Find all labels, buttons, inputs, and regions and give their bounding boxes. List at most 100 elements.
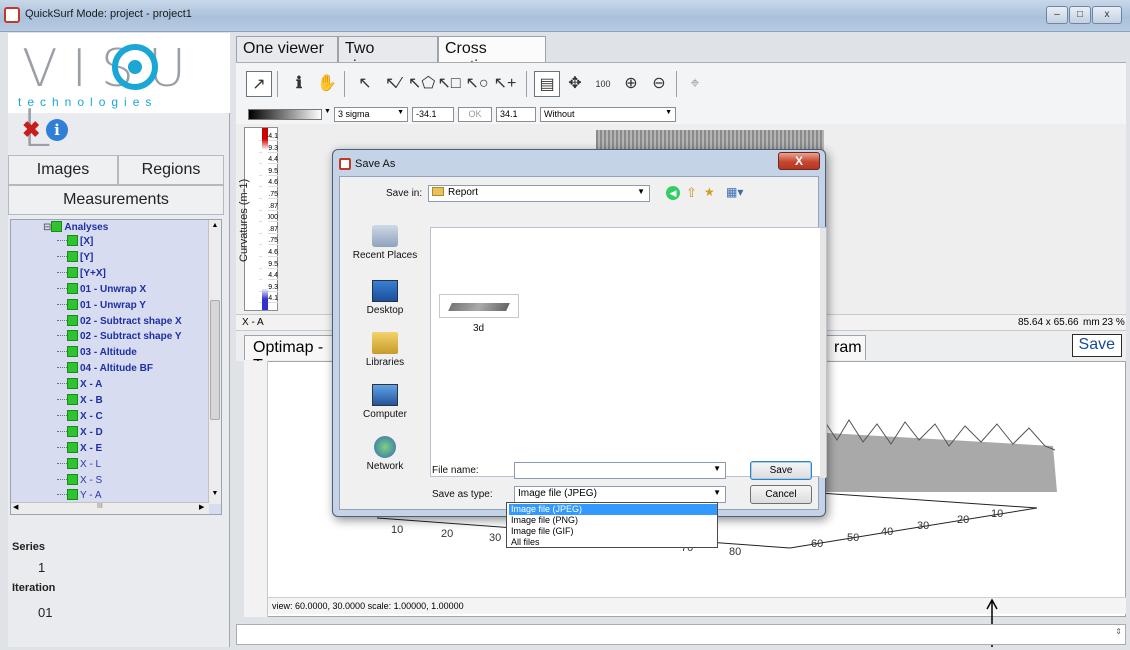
min-input[interactable]: -34.1 xyxy=(412,107,454,122)
check-icon[interactable] xyxy=(67,473,78,485)
tree-item[interactable]: [Y+X] xyxy=(57,266,106,279)
dialog-cancel-button[interactable]: Cancel xyxy=(750,485,812,504)
check-icon[interactable] xyxy=(67,489,78,501)
colormap-dropdown-icon[interactable]: ▼ xyxy=(324,108,331,115)
file-list[interactable]: 3d xyxy=(430,227,827,478)
check-icon[interactable] xyxy=(67,282,78,294)
close-icon[interactable]: ✖ xyxy=(22,119,40,141)
tab-two-viewers[interactable]: Two viewers xyxy=(338,36,438,75)
option-all-files[interactable]: All files xyxy=(509,537,717,548)
maximize-button[interactable]: □ xyxy=(1069,6,1091,24)
tree-item[interactable]: 04 - Altitude BF xyxy=(57,362,153,374)
place-computer[interactable]: Computer xyxy=(350,384,420,420)
select-line-icon[interactable]: ↖∕ xyxy=(380,71,406,97)
option-png[interactable]: Image file (PNG) xyxy=(509,515,717,526)
tree-item[interactable]: Y - A xyxy=(57,489,102,501)
view-menu-icon[interactable]: ▦▾ xyxy=(726,185,743,199)
check-icon[interactable] xyxy=(67,235,78,246)
select-point-icon[interactable]: ↖ xyxy=(352,71,378,97)
scroll-right-icon[interactable]: ▶ xyxy=(199,503,204,511)
pointer-icon[interactable]: ↗ xyxy=(246,71,272,97)
ok-button[interactable]: OK xyxy=(458,107,492,122)
scroll-left-icon[interactable]: ◀ xyxy=(13,503,18,511)
dialog-close-button[interactable]: X xyxy=(778,152,820,170)
tab-cross-section[interactable]: Cross section xyxy=(438,36,546,75)
file-name-input[interactable]: ▼ xyxy=(514,462,726,479)
minimize-button[interactable]: – xyxy=(1046,6,1068,24)
tab-histogram[interactable]: ram xyxy=(826,335,866,360)
colormap-gradient[interactable] xyxy=(248,109,322,120)
check-icon[interactable] xyxy=(67,394,78,405)
tree-root[interactable]: ⊟ Analyses xyxy=(43,221,108,233)
check-icon[interactable] xyxy=(67,314,78,326)
file-list-scrollbar[interactable] xyxy=(820,228,826,478)
zoom-out-icon[interactable]: ⊖ xyxy=(646,71,672,97)
new-folder-icon[interactable]: ★ xyxy=(704,185,715,199)
tree-item[interactable]: X - L xyxy=(57,457,101,470)
scroll-down-icon[interactable]: ▼ xyxy=(210,490,220,500)
tab-images[interactable]: Images xyxy=(8,155,118,185)
tab-measurements[interactable]: Measurements xyxy=(8,185,224,215)
tab-regions[interactable]: Regions xyxy=(118,155,224,185)
option-gif[interactable]: Image file (GIF) xyxy=(509,526,717,537)
tree-item[interactable]: X - E xyxy=(57,441,102,454)
zoom-100-icon[interactable]: 100 xyxy=(590,71,616,97)
hscroll-grip[interactable]: III xyxy=(97,503,103,510)
save-as-type-select[interactable]: Image file (JPEG) ▼ xyxy=(514,486,726,503)
save-button[interactable]: Save xyxy=(1071,334,1122,357)
file-thumbnail[interactable] xyxy=(439,294,519,318)
select-polygon-icon[interactable]: ↖⬠ xyxy=(408,71,435,97)
tree-scroll-thumb[interactable] xyxy=(210,300,220,420)
spin-icon[interactable]: ⇕ xyxy=(1115,627,1122,636)
place-desktop[interactable]: Desktop xyxy=(350,280,420,316)
sigma-select[interactable]: 3 sigma ▼ xyxy=(334,107,408,122)
check-icon[interactable] xyxy=(67,425,78,437)
select-add-icon[interactable]: ↖+ xyxy=(492,71,518,97)
tree-item[interactable]: 02 - Subtract shape Y xyxy=(57,330,182,342)
place-libraries[interactable]: Libraries xyxy=(350,332,420,368)
check-icon[interactable] xyxy=(67,378,78,390)
tree-item[interactable]: 01 - Unwrap Y xyxy=(57,298,146,311)
place-recent[interactable]: Recent Places xyxy=(350,225,420,261)
file-name-3d[interactable]: 3d xyxy=(473,323,484,334)
tree-item[interactable]: 03 - Altitude xyxy=(57,346,137,358)
mode-select[interactable]: Without ▼ xyxy=(540,107,676,122)
profile-icon[interactable]: ℹ xyxy=(286,71,312,97)
check-icon[interactable] xyxy=(67,409,78,421)
tree-item[interactable]: X - B xyxy=(57,394,103,406)
tab-optimap[interactable]: Optimap - T xyxy=(244,335,344,374)
check-icon[interactable] xyxy=(67,298,78,310)
zoom-in-icon[interactable]: ⊕ xyxy=(618,71,644,97)
tree-item[interactable]: X - S xyxy=(57,473,102,486)
scroll-up-icon[interactable]: ▲ xyxy=(210,222,220,232)
tree-item[interactable]: 01 - Unwrap X xyxy=(57,282,146,295)
dialog-save-button[interactable]: Save xyxy=(750,461,812,480)
close-window-button[interactable]: x xyxy=(1092,6,1122,24)
max-input[interactable]: 34.1 xyxy=(496,107,536,122)
save-in-select[interactable]: Report ▼ xyxy=(428,185,650,202)
select-ellipse-icon[interactable]: ↖○ xyxy=(464,71,490,97)
up-folder-icon[interactable]: ⇧ xyxy=(686,185,697,201)
back-icon[interactable]: ◀ xyxy=(666,186,680,200)
tree-item[interactable]: X - C xyxy=(57,409,103,422)
tree-vertical-scrollbar[interactable]: ▲ ▼ xyxy=(208,220,221,504)
fit-rect-icon[interactable]: ▤ xyxy=(534,71,560,97)
tree-item[interactable]: X - A xyxy=(57,378,102,390)
fit-all-icon[interactable]: ✥ xyxy=(562,71,588,97)
check-icon[interactable] xyxy=(67,346,78,358)
check-icon[interactable] xyxy=(67,441,78,453)
tree-item[interactable]: [X] xyxy=(57,235,93,247)
crosshair-icon[interactable]: ⌖ xyxy=(682,71,708,97)
hand-icon[interactable]: ✋ xyxy=(314,71,340,97)
tree-item[interactable]: X - D xyxy=(57,425,103,438)
bottom-input-strip[interactable]: ⇕ xyxy=(236,624,1126,645)
tree-horizontal-scrollbar[interactable]: ◀ III ▶ xyxy=(11,502,209,514)
check-icon[interactable] xyxy=(67,457,78,469)
check-icon[interactable] xyxy=(67,362,78,374)
tree-item[interactable]: [Y] xyxy=(57,250,93,263)
check-icon[interactable] xyxy=(67,250,78,262)
check-icon[interactable] xyxy=(67,330,78,342)
place-network[interactable]: Network xyxy=(350,436,420,472)
check-icon[interactable] xyxy=(67,266,78,278)
tree-item[interactable]: 02 - Subtract shape X xyxy=(57,314,182,327)
